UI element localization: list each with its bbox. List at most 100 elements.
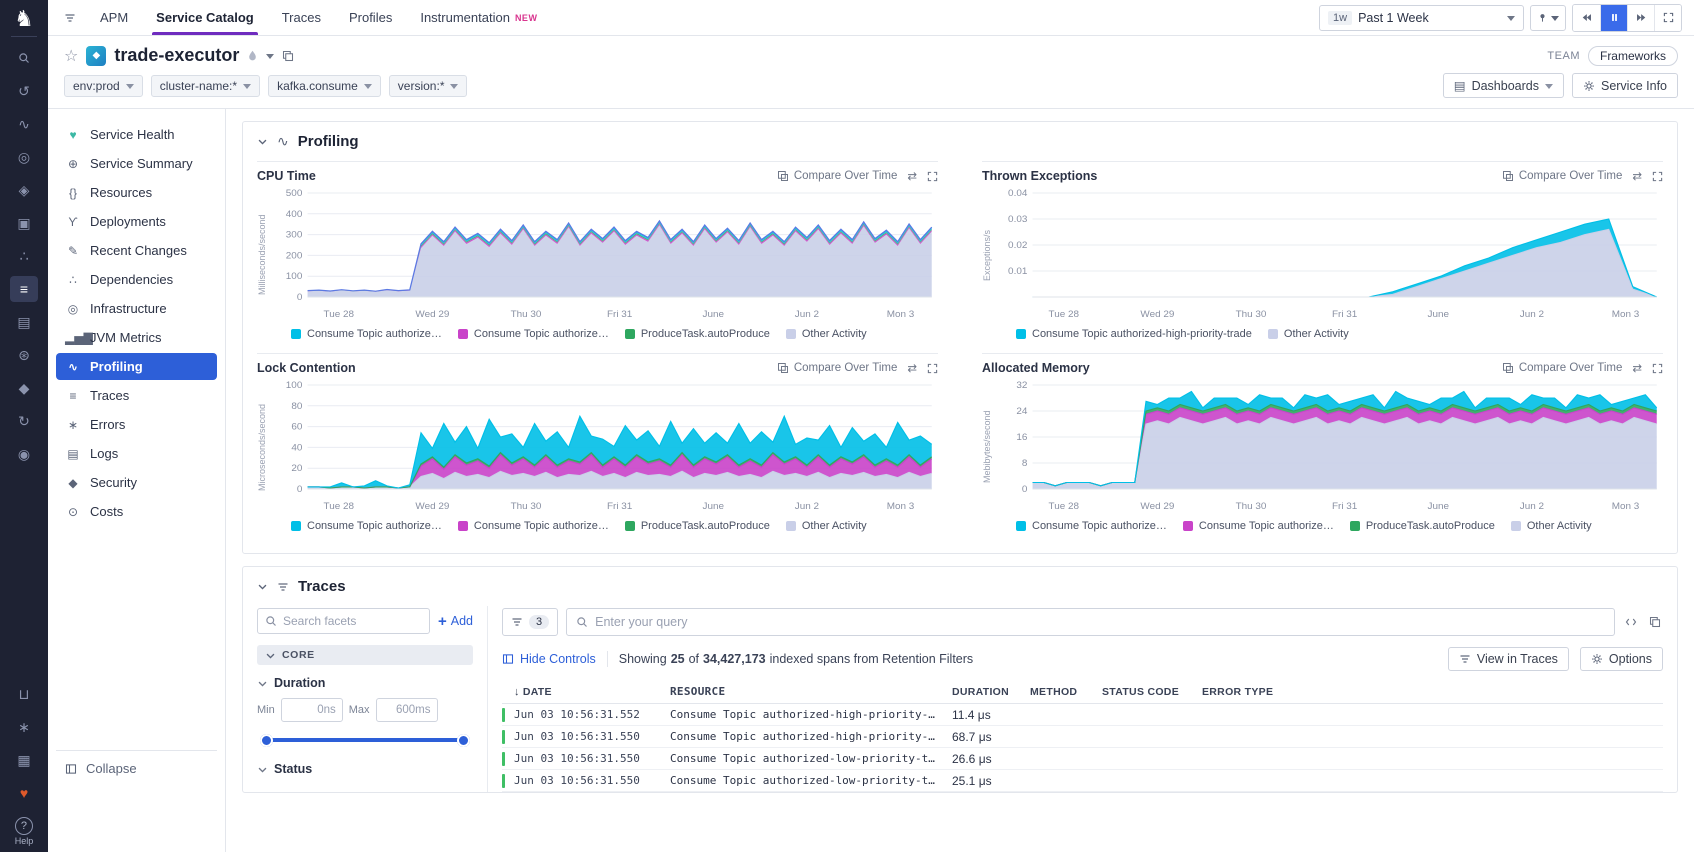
- rail-apps-grid-icon[interactable]: ▦: [10, 747, 38, 773]
- legend-item[interactable]: ProduceTask.autoProduce: [625, 520, 770, 532]
- column-header-method[interactable]: METHOD: [1030, 686, 1102, 698]
- column-header-resource[interactable]: RESOURCE: [670, 685, 952, 698]
- filter-pill-env-prod[interactable]: env:prod: [64, 75, 143, 97]
- table-row[interactable]: Jun 03 10:56:31.552Consume Topic authori…: [502, 704, 1663, 726]
- legend-item[interactable]: Other Activity: [786, 520, 867, 532]
- legend-item[interactable]: Consume Topic authorize…: [458, 328, 609, 340]
- copy-query-icon[interactable]: [1647, 614, 1663, 630]
- service-info-button[interactable]: Service Info: [1572, 73, 1678, 98]
- column-header-date[interactable]: ↓ DATE: [502, 686, 670, 698]
- copy-service-icon[interactable]: [282, 50, 294, 62]
- table-row[interactable]: Jun 03 10:56:31.550Consume Topic authori…: [502, 770, 1663, 792]
- legend-item[interactable]: Other Activity: [1268, 328, 1349, 340]
- help-button[interactable]: ? Help: [15, 817, 34, 846]
- expand-icon[interactable]: [927, 171, 938, 182]
- sidebar-item-dependencies[interactable]: ∴Dependencies: [56, 266, 217, 293]
- sidebar-item-errors[interactable]: ∗Errors: [56, 411, 217, 438]
- scale-toggle-icon[interactable]: ⇄: [907, 169, 917, 183]
- sidebar-item-logs[interactable]: ▤Logs: [56, 440, 217, 467]
- rail-plugins-icon[interactable]: ⊔: [10, 681, 38, 707]
- legend-item[interactable]: Consume Topic authorized-high-priority-t…: [1016, 328, 1252, 340]
- time-range-picker[interactable]: 1w Past 1 Week: [1319, 5, 1524, 31]
- legend-item[interactable]: Consume Topic authorize…: [291, 328, 442, 340]
- sidebar-item-deployments[interactable]: ϒDeployments: [56, 208, 217, 235]
- tab-apm[interactable]: APM: [86, 0, 142, 35]
- rail-watchdog-icon[interactable]: ◈: [10, 177, 38, 203]
- rail-security-icon[interactable]: ◆: [10, 375, 38, 401]
- favorite-star-icon[interactable]: ☆: [64, 46, 78, 66]
- rail-metrics-icon[interactable]: ∿: [10, 111, 38, 137]
- compare-over-time-button[interactable]: Compare Over Time: [1502, 362, 1623, 374]
- sidebar-item-jvm-metrics[interactable]: ▂▅▇JVM Metrics: [56, 324, 217, 351]
- legend-item[interactable]: Other Activity: [1511, 520, 1592, 532]
- rewind-button[interactable]: [1573, 5, 1600, 31]
- compare-over-time-button[interactable]: Compare Over Time: [777, 362, 898, 374]
- view-in-traces-button[interactable]: View in Traces: [1448, 647, 1569, 671]
- column-header-error-type[interactable]: ERROR TYPE: [1202, 686, 1312, 698]
- rail-network-map-icon[interactable]: ∴: [10, 243, 38, 269]
- legend-item[interactable]: Consume Topic authorize…: [1016, 520, 1167, 532]
- rail-search-icon[interactable]: [10, 45, 38, 71]
- tab-profiles[interactable]: Profiles: [335, 0, 406, 35]
- hide-controls-button[interactable]: Hide Controls: [502, 652, 596, 666]
- table-row[interactable]: Jun 03 10:56:31.550Consume Topic authori…: [502, 726, 1663, 748]
- options-button[interactable]: Options: [1580, 647, 1663, 671]
- scale-toggle-icon[interactable]: ⇄: [907, 361, 917, 375]
- dashboards-button[interactable]: ▤ Dashboards: [1443, 73, 1564, 98]
- duration-max-input[interactable]: [376, 698, 438, 722]
- duration-min-input[interactable]: [281, 698, 343, 722]
- tab-traces[interactable]: Traces: [268, 0, 335, 35]
- scale-toggle-icon[interactable]: ⇄: [1632, 361, 1642, 375]
- sidebar-item-recent-changes[interactable]: ✎Recent Changes: [56, 237, 217, 264]
- rail-sync-icon[interactable]: ↻: [10, 408, 38, 434]
- datadog-logo-icon[interactable]: ♞: [14, 8, 34, 30]
- legend-item[interactable]: ProduceTask.autoProduce: [1350, 520, 1495, 532]
- slider-handle-min[interactable]: [260, 734, 273, 747]
- service-switcher-caret[interactable]: [266, 53, 274, 59]
- pause-button[interactable]: [1600, 5, 1627, 31]
- expand-icon[interactable]: [1652, 171, 1663, 182]
- legend-item[interactable]: Consume Topic authorize…: [1183, 520, 1334, 532]
- facet-search[interactable]: [257, 608, 430, 634]
- filter-pill-cluster-name[interactable]: cluster-name:*: [151, 75, 260, 97]
- team-badge[interactable]: Frameworks: [1588, 46, 1678, 66]
- collapse-section-icon[interactable]: [257, 581, 268, 592]
- slider-handle-max[interactable]: [457, 734, 470, 747]
- column-header-status-code[interactable]: STATUS CODE: [1102, 686, 1202, 698]
- rail-sparkle-icon[interactable]: ∗: [10, 714, 38, 740]
- rail-ci-icon[interactable]: ◉: [10, 441, 38, 467]
- column-header-duration[interactable]: DURATION: [952, 686, 1030, 698]
- scale-toggle-icon[interactable]: ⇄: [1632, 169, 1642, 183]
- rail-dashboards-icon[interactable]: ▤: [10, 309, 38, 335]
- sidebar-item-service-health[interactable]: ♥Service Health: [56, 121, 217, 148]
- table-row[interactable]: Jun 03 10:56:31.550Consume Topic authori…: [502, 748, 1663, 770]
- compare-over-time-button[interactable]: Compare Over Time: [777, 170, 898, 182]
- add-facet-button[interactable]: + Add: [438, 613, 473, 630]
- fullscreen-button[interactable]: [1654, 5, 1681, 31]
- rail-integrations-icon[interactable]: ⊛: [10, 342, 38, 368]
- sidebar-item-security[interactable]: ◆Security: [56, 469, 217, 496]
- duration-facet-toggle[interactable]: Duration: [257, 676, 473, 690]
- tab-instrumentation[interactable]: InstrumentationNEW: [406, 0, 551, 35]
- rail-watchdog-alert-icon[interactable]: ♥: [10, 780, 38, 806]
- sidebar-item-costs[interactable]: ⊙Costs: [56, 498, 217, 525]
- duration-slider[interactable]: [263, 738, 467, 742]
- forward-button[interactable]: [1627, 5, 1654, 31]
- legend-item[interactable]: ProduceTask.autoProduce: [625, 328, 770, 340]
- sidebar-item-resources[interactable]: {}Resources: [56, 179, 217, 206]
- query-bar[interactable]: [566, 608, 1615, 636]
- legend-item[interactable]: Consume Topic authorize…: [458, 520, 609, 532]
- rail-monitors-icon[interactable]: ◎: [10, 144, 38, 170]
- rail-apm-icon[interactable]: ≡: [10, 276, 38, 302]
- rail-layers-icon[interactable]: ▣: [10, 210, 38, 236]
- legend-item[interactable]: Other Activity: [786, 328, 867, 340]
- compare-over-time-button[interactable]: Compare Over Time: [1502, 170, 1623, 182]
- status-facet-toggle[interactable]: Status: [257, 762, 473, 776]
- rail-recents-icon[interactable]: ↺: [10, 78, 38, 104]
- legend-item[interactable]: Consume Topic authorize…: [291, 520, 442, 532]
- sidebar-item-infrastructure[interactable]: ◎Infrastructure: [56, 295, 217, 322]
- expand-icon[interactable]: [1652, 363, 1663, 374]
- collapse-section-icon[interactable]: [257, 136, 268, 147]
- query-input[interactable]: [595, 615, 1605, 629]
- pin-button[interactable]: [1530, 5, 1566, 31]
